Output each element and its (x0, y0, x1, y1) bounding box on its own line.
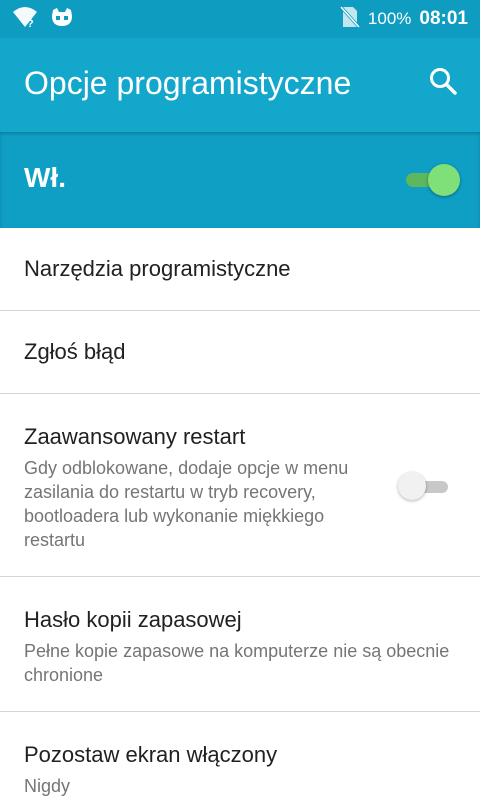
setting-title: Hasło kopii zapasowej (24, 607, 242, 632)
setting-advanced-reboot[interactable]: Zaawansowany restart Gdy odblokowane, do… (0, 394, 480, 577)
status-bar: ? 100% 08:01 (0, 0, 480, 38)
no-sim-icon (339, 5, 361, 34)
developer-options-screen: ? 100% 08:01 Opcje programistyczne Wł. N… (0, 0, 480, 800)
master-switch-bar[interactable]: Wł. (0, 132, 480, 228)
master-switch-toggle[interactable] (404, 162, 460, 196)
setting-summary: Gdy odblokowane, dodaje opcje w menu zas… (24, 458, 349, 550)
search-icon (428, 66, 458, 101)
cyanogen-mascot-icon (50, 6, 74, 33)
setting-title: Narzędzia programistyczne (24, 256, 291, 281)
setting-summary: Pełne kopie zapasowe na komputerze nie s… (24, 641, 450, 685)
status-bar-left: ? (12, 6, 74, 32)
settings-list: Narzędzia programistyczne Zgłoś błąd Zaa… (0, 228, 480, 800)
page-title: Opcje programistyczne (24, 65, 352, 101)
svg-text:?: ? (27, 18, 34, 29)
setting-developer-tools[interactable]: Narzędzia programistyczne (0, 228, 480, 311)
wifi-unknown-icon: ? (12, 5, 38, 34)
master-switch-label: Wł. (24, 162, 66, 193)
setting-title: Zgłoś błąd (24, 339, 126, 364)
setting-title: Pozostaw ekran włączony (24, 742, 278, 767)
setting-stay-awake[interactable]: Pozostaw ekran włączony Nigdy (0, 712, 480, 800)
setting-summary: Nigdy (24, 776, 71, 796)
battery-percent: 100% (367, 9, 412, 28)
app-bar: Opcje programistyczne (0, 38, 480, 132)
advanced-reboot-toggle[interactable] (398, 472, 450, 502)
advanced-reboot-thumb (398, 472, 426, 500)
setting-title: Zaawansowany restart (24, 424, 246, 449)
status-bar-right: 100% 08:01 (339, 5, 468, 34)
setting-backup-password[interactable]: Hasło kopii zapasowej Pełne kopie zapaso… (0, 577, 480, 712)
search-button[interactable] (422, 62, 464, 104)
setting-bug-report[interactable]: Zgłoś błąd (0, 311, 480, 394)
master-switch-thumb (428, 164, 460, 196)
clock: 08:01 (419, 8, 468, 29)
